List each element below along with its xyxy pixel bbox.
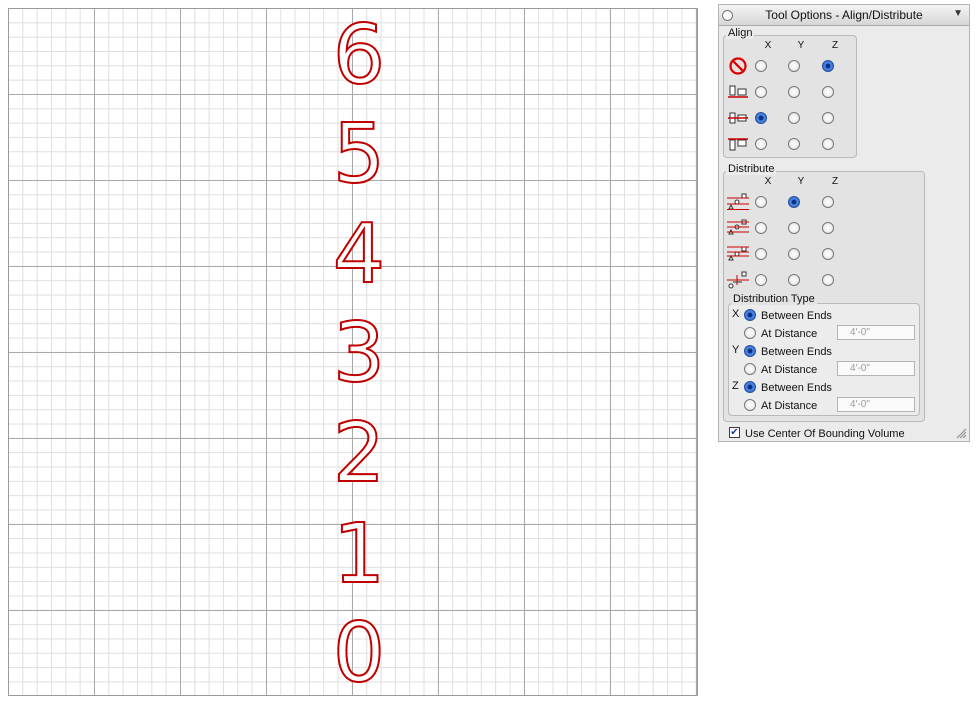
distribute-max-y-radio[interactable]: [788, 248, 800, 260]
align-none-x-radio[interactable]: [755, 60, 767, 72]
digit-0[interactable]: 0: [314, 610, 404, 698]
distribute-col-x: X: [764, 176, 772, 187]
distribute-col-y: Y: [797, 176, 805, 187]
dist-type-y-label: Y: [732, 344, 740, 356]
align-max-z-radio[interactable]: [822, 138, 834, 150]
align-min-y-radio[interactable]: [788, 86, 800, 98]
distribute-spacing-icon: [727, 271, 749, 289]
distribute-center-z-radio[interactable]: [822, 222, 834, 234]
resize-grip-icon[interactable]: [955, 427, 967, 439]
tool-options-panel: Tool Options - Align/Distribute ▼ Align …: [718, 4, 970, 442]
dist-z-between-label: Between Ends: [761, 382, 832, 394]
digit-5[interactable]: 5: [314, 111, 404, 199]
distribute-group-label: Distribute: [726, 163, 777, 175]
align-min-z-radio[interactable]: [822, 86, 834, 98]
close-button[interactable]: [722, 10, 733, 21]
distribute-max-z-radio[interactable]: [822, 248, 834, 260]
distribute-center-y-radio[interactable]: [788, 222, 800, 234]
dist-x-distance-field[interactable]: 4'-0": [837, 325, 915, 340]
drawing-canvas[interactable]: 6 5 4 3 2 1 0: [8, 8, 698, 698]
align-none-z-radio[interactable]: [822, 60, 834, 72]
panel-menu-arrow-icon[interactable]: ▼: [953, 8, 963, 19]
dist-x-between-radio[interactable]: [744, 309, 756, 321]
panel-title: Tool Options - Align/Distribute: [765, 8, 923, 22]
distribute-center-icon: [727, 219, 749, 235]
align-min-x-radio[interactable]: [755, 86, 767, 98]
align-max-y-radio[interactable]: [788, 138, 800, 150]
digit-6[interactable]: 6: [314, 12, 404, 100]
distribute-spacing-z-radio[interactable]: [822, 274, 834, 286]
dist-y-between-label: Between Ends: [761, 346, 832, 358]
distribute-max-x-radio[interactable]: [755, 248, 767, 260]
dist-z-distance-field[interactable]: 4'-0": [837, 397, 915, 412]
align-none-y-radio[interactable]: [788, 60, 800, 72]
dist-z-between-radio[interactable]: [744, 381, 756, 393]
digit-4[interactable]: 4: [314, 211, 404, 299]
use-center-label: Use Center Of Bounding Volume: [745, 428, 905, 440]
dist-y-between-radio[interactable]: [744, 345, 756, 357]
align-center-icon: [728, 112, 748, 124]
distribute-spacing-y-radio[interactable]: [788, 274, 800, 286]
distribute-min-icon: [727, 193, 749, 210]
digit-2[interactable]: 2: [314, 410, 404, 498]
align-center-x-radio[interactable]: [755, 112, 767, 124]
dist-x-between-label: Between Ends: [761, 310, 832, 322]
dist-type-z-label: Z: [732, 380, 739, 392]
use-center-checkbox[interactable]: ✔: [729, 427, 740, 438]
panel-titlebar[interactable]: Tool Options - Align/Distribute ▼: [719, 5, 969, 26]
dist-y-at-label: At Distance: [761, 364, 818, 376]
align-col-x: X: [764, 40, 772, 51]
align-col-z: Z: [831, 40, 839, 51]
distribute-min-x-radio[interactable]: [755, 196, 767, 208]
dist-z-at-label: At Distance: [761, 400, 818, 412]
align-center-y-radio[interactable]: [788, 112, 800, 124]
align-max-x-radio[interactable]: [755, 138, 767, 150]
align-col-y: Y: [797, 40, 805, 51]
dist-x-at-radio[interactable]: [744, 327, 756, 339]
align-center-z-radio[interactable]: [822, 112, 834, 124]
distribution-type-label: Distribution Type: [731, 293, 817, 305]
distribute-max-icon: [727, 246, 749, 261]
align-group-label: Align: [726, 27, 755, 39]
distribute-min-z-radio[interactable]: [822, 196, 834, 208]
dist-y-distance-field[interactable]: 4'-0": [837, 361, 915, 376]
distribute-col-z: Z: [831, 176, 839, 187]
align-max-icon: [728, 138, 748, 151]
dist-type-x-label: X: [732, 308, 740, 320]
distribute-spacing-x-radio[interactable]: [755, 274, 767, 286]
digit-3[interactable]: 3: [314, 310, 404, 398]
align-min-icon: [728, 85, 748, 98]
distribute-center-x-radio[interactable]: [755, 222, 767, 234]
dist-z-at-radio[interactable]: [744, 399, 756, 411]
dist-x-at-label: At Distance: [761, 328, 818, 340]
digit-1[interactable]: 1: [314, 511, 404, 599]
distribute-min-y-radio[interactable]: [788, 196, 800, 208]
dist-y-at-radio[interactable]: [744, 363, 756, 375]
no-align-icon: [729, 57, 747, 75]
